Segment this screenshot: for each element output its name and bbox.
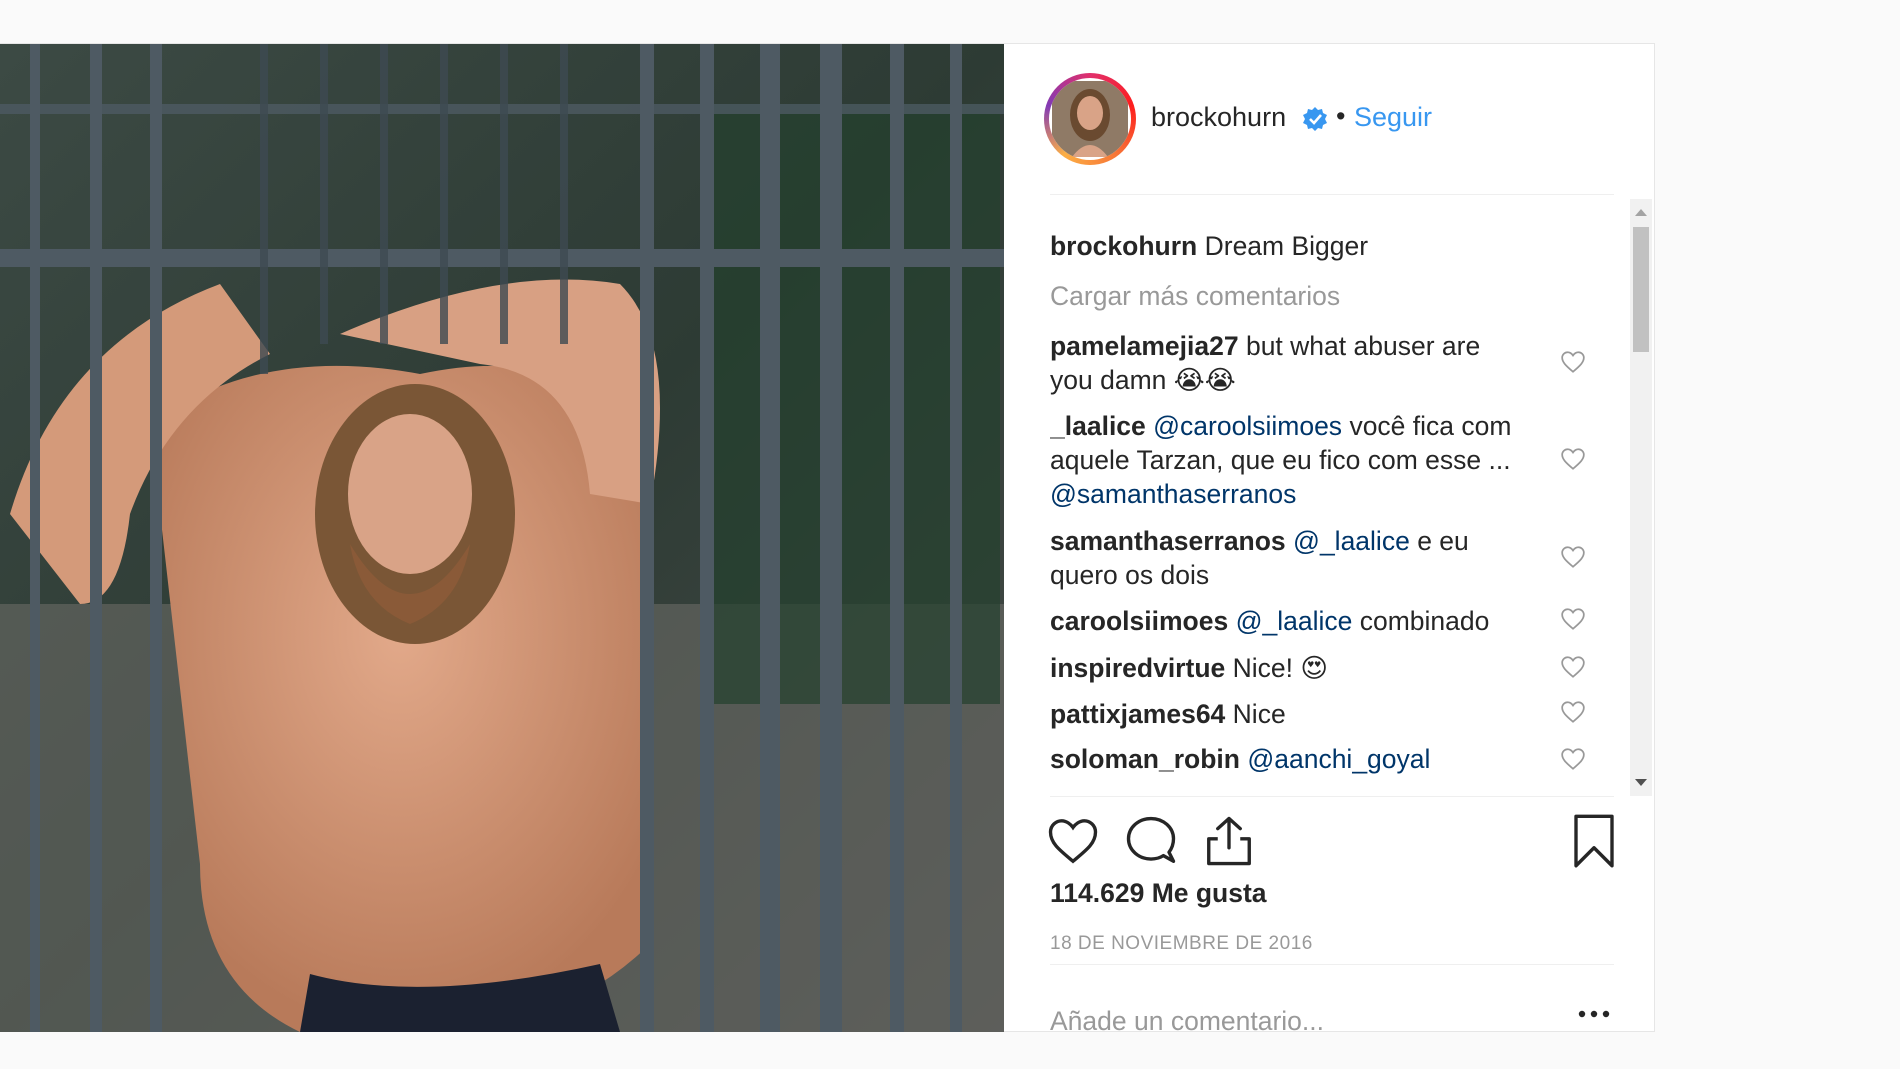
comment-text: combinado — [1359, 606, 1490, 636]
scroll-thumb[interactable] — [1633, 227, 1649, 352]
share-icon[interactable] — [1202, 814, 1256, 868]
post-dialog: brockohurn • Seguir brockohurn Dream Big… — [0, 43, 1655, 1036]
comment-user[interactable]: samanthaserranos — [1050, 526, 1286, 556]
avatar-image — [1049, 78, 1131, 160]
load-more-comments[interactable]: Cargar más comentarios — [1050, 279, 1530, 313]
header-username[interactable]: brockohurn — [1151, 102, 1286, 133]
comment-like-heart-icon[interactable] — [1560, 446, 1586, 472]
header-separator: • — [1336, 101, 1346, 131]
comment-like-heart-icon[interactable] — [1560, 606, 1586, 632]
caption: brockohurn Dream Bigger — [1050, 229, 1530, 263]
likes-count[interactable]: 114.629 Me gusta — [1050, 878, 1267, 909]
profile-avatar[interactable] — [1044, 73, 1136, 165]
action-bar — [1004, 814, 1654, 884]
comment-text: Nice — [1232, 699, 1286, 729]
comment-user[interactable]: pamelamejia27 — [1050, 331, 1239, 361]
comment-text: you damn — [1050, 365, 1167, 395]
comment-mention[interactable]: @_laalice — [1236, 606, 1353, 636]
comment-mention[interactable]: @aanchi_goyal — [1247, 744, 1430, 774]
comment-item: pamelamejia27 but what abuser are you da… — [1050, 329, 1530, 397]
comment-item: caroolsiimoes @_laalice combinado — [1050, 604, 1530, 638]
comments-list[interactable]: brockohurn Dream Bigger Cargar más comen… — [1050, 214, 1625, 796]
comment-like-heart-icon[interactable] — [1560, 699, 1586, 725]
follow-button[interactable]: Seguir — [1354, 102, 1432, 133]
scroll-down-arrow-icon[interactable] — [1635, 779, 1647, 786]
comment-text: você fica com — [1349, 411, 1512, 441]
comment-user[interactable]: pattixjames64 — [1050, 699, 1225, 729]
comment-mention[interactable]: @_laalice — [1293, 526, 1410, 556]
scroll-up-arrow-icon[interactable] — [1635, 209, 1647, 216]
comment-emoji: 😭😭 — [1173, 365, 1236, 395]
post-date: 18 DE NOVIEMBRE DE 2016 — [1050, 933, 1313, 954]
comment-bubble-icon[interactable] — [1124, 814, 1178, 868]
comment-like-heart-icon[interactable] — [1560, 349, 1586, 375]
comment-user[interactable]: caroolsiimoes — [1050, 606, 1228, 636]
comments-scrollbar[interactable] — [1630, 199, 1652, 796]
bookmark-icon[interactable] — [1567, 814, 1621, 868]
post-photo[interactable] — [0, 44, 1004, 1032]
comment-like-heart-icon[interactable] — [1560, 544, 1586, 570]
comment-mention[interactable]: @caroolsiimoes — [1153, 411, 1342, 441]
comment-item: inspiredvirtue Nice! 😍 — [1050, 651, 1530, 685]
comment-text: e eu — [1417, 526, 1469, 556]
footer-divider — [1050, 964, 1614, 965]
load-more-label[interactable]: Cargar más comentarios — [1050, 281, 1340, 311]
more-options-icon[interactable] — [1574, 1004, 1614, 1024]
caption-text: Dream Bigger — [1204, 231, 1369, 261]
comment-user[interactable]: _laalice — [1050, 411, 1146, 441]
comment-like-heart-icon[interactable] — [1560, 746, 1586, 772]
comment-text: but what abuser are — [1245, 331, 1481, 361]
comment-emoji: 😍 — [1300, 653, 1329, 683]
comment-user[interactable]: soloman_robin — [1050, 744, 1240, 774]
comment-like-heart-icon[interactable] — [1560, 654, 1586, 680]
post-header: brockohurn • Seguir — [1004, 44, 1654, 194]
comment-item: samanthaserranos @_laalice e eu quero os… — [1050, 524, 1530, 592]
add-comment-input[interactable]: Añade un comentario... — [1050, 1006, 1324, 1037]
comment-text: aquele Tarzan, que eu fico com esse ... — [1050, 445, 1511, 475]
comment-user[interactable]: brockohurn — [1050, 231, 1197, 261]
comment-item: soloman_robin @aanchi_goyal — [1050, 742, 1530, 776]
heart-icon[interactable] — [1046, 814, 1100, 868]
comment-user[interactable]: inspiredvirtue — [1050, 653, 1225, 683]
comment-text: Nice! — [1232, 653, 1294, 683]
comments-divider — [1050, 796, 1614, 797]
comment-item: _laalice @caroolsiimoes você fica com aq… — [1050, 409, 1530, 511]
verified-badge-icon — [1303, 107, 1327, 131]
post-side-panel: brockohurn • Seguir brockohurn Dream Big… — [1004, 44, 1654, 1036]
comment-item: pattixjames64 Nice — [1050, 697, 1530, 731]
header-divider — [1050, 194, 1614, 195]
comment-mention[interactable]: @samanthaserranos — [1050, 479, 1296, 509]
post-photo-image — [0, 44, 1004, 1032]
comment-text: quero os dois — [1050, 560, 1210, 590]
